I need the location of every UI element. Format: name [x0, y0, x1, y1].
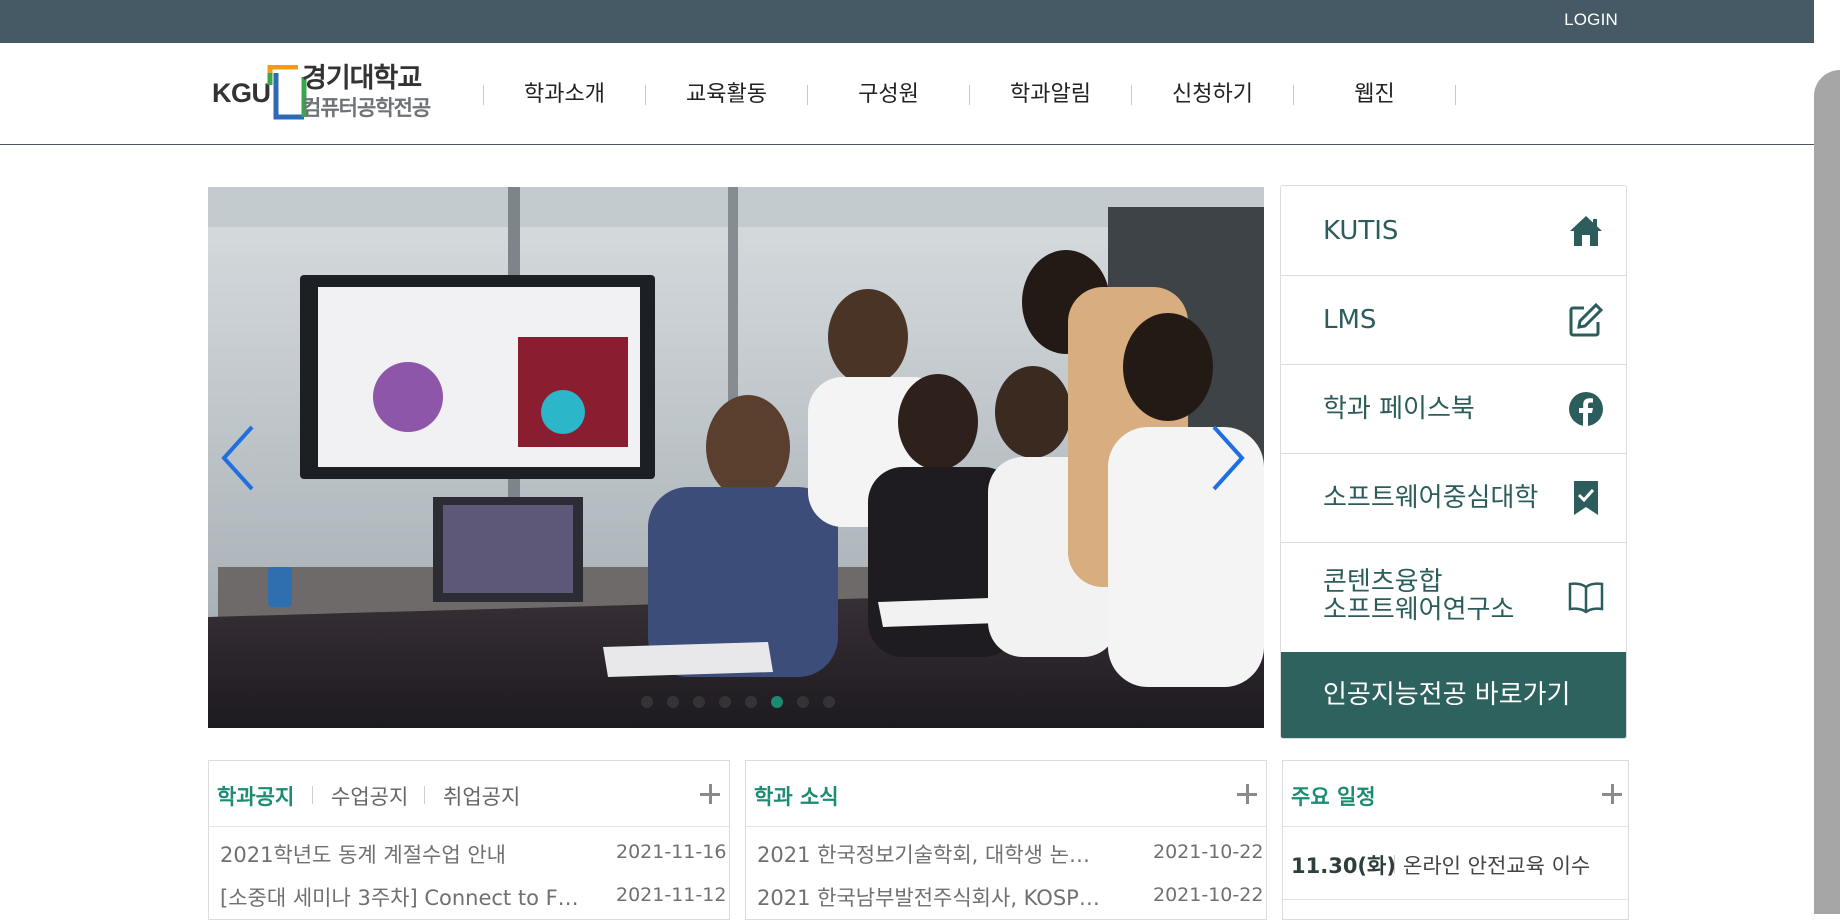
page-scrollbar-thumb[interactable]: [1814, 70, 1840, 914]
quick-link-label-line1: 콘텐츠융합: [1323, 567, 1443, 597]
slider-dot[interactable]: [823, 696, 835, 708]
slider-dot[interactable]: [641, 696, 653, 708]
tab-job-notice[interactable]: 취업공지: [443, 781, 520, 811]
slider-prev-chevron-icon[interactable]: [218, 423, 258, 493]
quick-link-label: 학과 페이스북: [1323, 394, 1475, 424]
notice-row-title[interactable]: 2021학년도 동계 계절수업 안내: [220, 839, 506, 869]
news-row-title[interactable]: 2021 한국정보기술학회, 대학생 논…: [757, 839, 1090, 869]
ai-major-button[interactable]: 인공지능전공 바로가기: [1281, 652, 1626, 738]
news-row-date: 2021-10-22: [1153, 884, 1264, 906]
ai-major-button-label: 인공지능전공 바로가기: [1323, 680, 1571, 710]
slider-dot[interactable]: [719, 696, 731, 708]
slider-dot[interactable]: [693, 696, 705, 708]
quick-link-label: LMS: [1323, 305, 1377, 335]
news-row-title[interactable]: 2021 한국남부발전주식회사, KOSP…: [757, 882, 1100, 912]
tab-class-notice[interactable]: 수업공지: [331, 781, 408, 811]
logo-university-name: 경기대학교: [302, 63, 422, 94]
notice-board-header: 학과공지 수업공지 취업공지: [209, 761, 729, 827]
nav-item-webzine[interactable]: 웹진: [1294, 75, 1455, 115]
slider-dot[interactable]: [667, 696, 679, 708]
quick-link-label-line2: 소프트웨어연구소: [1323, 595, 1515, 625]
quick-link-label: KUTIS: [1323, 216, 1399, 246]
quick-link-facebook[interactable]: 학과 페이스북: [1281, 365, 1626, 454]
news-more-plus-icon[interactable]: [1236, 783, 1258, 805]
slider-dot[interactable]: [745, 696, 757, 708]
home-icon: [1570, 216, 1602, 246]
hero-slide-image: [208, 187, 1264, 728]
quick-link-sw-centered-univ[interactable]: 소프트웨어중심대학: [1281, 454, 1626, 543]
logo-kgu-text: KGU: [212, 78, 271, 108]
nav-item-education[interactable]: 교육활동: [646, 75, 807, 115]
site-header: KGU 경기대학교 컴퓨터공학전공 학과소개 교육활동 구성원 학과알림 신청하…: [0, 43, 1840, 145]
tab-dept-notice[interactable]: 학과공지: [217, 781, 294, 811]
quick-link-label: 소프트웨어중심대학: [1323, 483, 1539, 513]
notice-row-date: 2021-11-16: [616, 841, 727, 863]
nav-item-members[interactable]: 구성원: [808, 75, 969, 115]
slider-next-chevron-icon[interactable]: [1208, 423, 1248, 493]
schedule-divider: [1394, 855, 1395, 873]
login-link[interactable]: LOGIN: [1564, 10, 1618, 30]
quick-links-panel: KUTIS LMS 학과 페이스북 소프트웨어중심대학 콘텐츠융합 소프트웨어연…: [1280, 185, 1627, 739]
nav-item-apply[interactable]: 신청하기: [1132, 75, 1293, 115]
news-board-header: 학과 소식: [746, 761, 1266, 827]
schedule-row-title[interactable]: 온라인 안전교육 이수: [1403, 850, 1590, 880]
notice-row-date: 2021-11-12: [616, 884, 727, 906]
bookmark-check-icon: [1574, 481, 1598, 515]
schedule-board: 주요 일정 11.30(화) 온라인 안전교육 이수: [1282, 760, 1629, 920]
quick-link-lms[interactable]: LMS: [1281, 276, 1626, 365]
slider-pagination: [641, 696, 835, 708]
schedule-row-date: 11.30(화): [1291, 854, 1396, 878]
news-row-date: 2021-10-22: [1153, 841, 1264, 863]
schedule-row-divider: [1283, 899, 1628, 900]
nav-divider: [1455, 85, 1456, 105]
tab-divider: [424, 786, 425, 804]
slider-dot[interactable]: [797, 696, 809, 708]
notice-board: 학과공지 수업공지 취업공지 2021학년도 동계 계절수업 안내 2021-1…: [208, 760, 730, 920]
schedule-more-plus-icon[interactable]: [1601, 783, 1623, 805]
nav-item-notices[interactable]: 학과알림: [970, 75, 1131, 115]
notice-row-title[interactable]: [소중대 세미나 3주차] Connect to F…: [220, 882, 579, 912]
nav-item-about[interactable]: 학과소개: [484, 75, 645, 115]
top-bar: LOGIN: [0, 0, 1840, 43]
news-board: 학과 소식 2021 한국정보기술학회, 대학생 논… 2021-10-22 2…: [745, 760, 1267, 920]
news-board-title[interactable]: 학과 소식: [754, 781, 839, 811]
edit-icon: [1569, 302, 1604, 337]
main-nav: 학과소개 교육활동 구성원 학과알림 신청하기 웹진: [483, 75, 1456, 115]
schedule-board-title[interactable]: 주요 일정: [1291, 781, 1376, 811]
hero-slider[interactable]: [208, 187, 1264, 728]
schedule-board-header: 주요 일정: [1283, 761, 1628, 827]
slider-dot-active[interactable]: [771, 696, 783, 708]
quick-link-contents-lab[interactable]: 콘텐츠융합 소프트웨어연구소: [1281, 543, 1626, 652]
logo-department-name: 컴퓨터공학전공: [302, 96, 431, 120]
tab-divider: [312, 786, 313, 804]
facebook-icon: [1569, 392, 1603, 426]
quick-link-kutis[interactable]: KUTIS: [1281, 186, 1626, 276]
site-logo[interactable]: KGU 경기대학교 컴퓨터공학전공: [212, 63, 452, 127]
book-open-icon: [1568, 582, 1604, 614]
notice-more-plus-icon[interactable]: [699, 783, 721, 805]
